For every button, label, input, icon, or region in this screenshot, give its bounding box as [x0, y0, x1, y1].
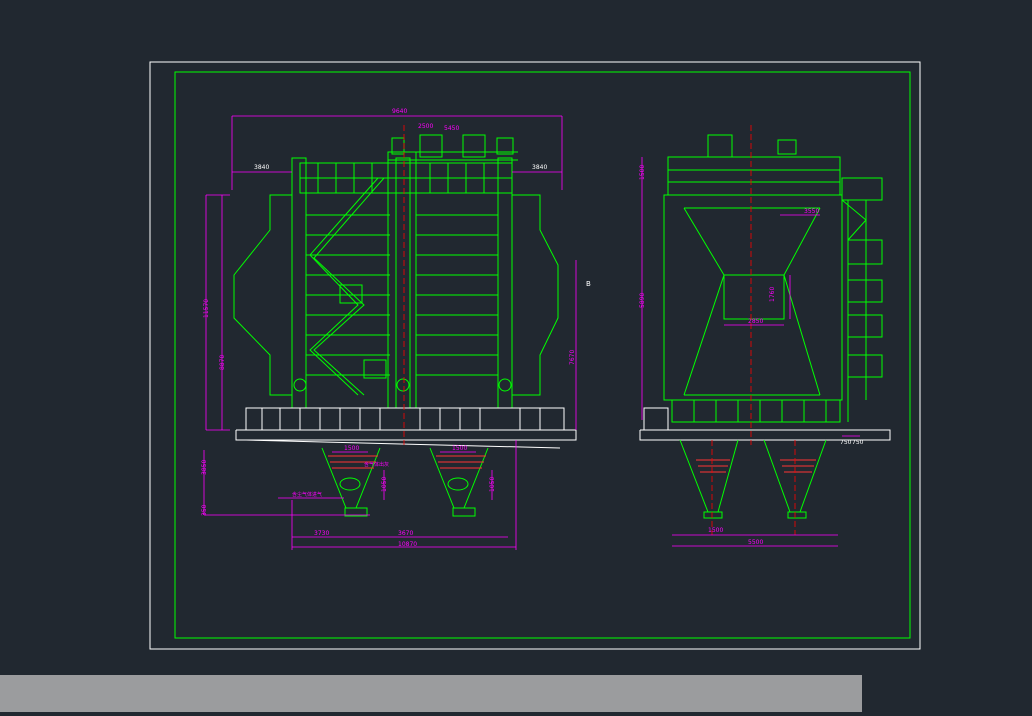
front-dim-hopper-height: 3850 [201, 460, 208, 475]
sheet-border [149, 61, 921, 650]
side-dim-window-h: 1760 [769, 287, 776, 302]
front-hopper-side-a: 1050 [381, 477, 388, 492]
front-section-marker: B [586, 280, 591, 288]
bottom-scrollbar[interactable] [0, 675, 862, 712]
front-dim-bottom-total: 10870 [398, 541, 417, 548]
front-dim-bottom-left: 3730 [314, 530, 329, 537]
front-note-hopper: 含气体出灰 [364, 461, 389, 468]
front-dimensions [203, 115, 577, 550]
side-dim-leg-b: 750 [852, 439, 864, 446]
front-dim-hopper-offset: 350 [201, 504, 208, 516]
front-hopper-side-b: 1050 [489, 477, 496, 492]
front-dim-top: 9640 [392, 108, 407, 115]
side-dim-window-w: 2850 [748, 318, 763, 325]
front-note-inlet: 含尘气体进气 [292, 491, 322, 498]
front-dim-bottom-mid: 3670 [398, 530, 413, 537]
side-dim-right-upper: 3550 [804, 208, 819, 215]
side-dim-top-height: 1500 [639, 165, 646, 180]
front-dim-platform-right: 3840 [532, 164, 547, 171]
side-dim-hopper-width: 1500 [708, 527, 723, 534]
side-dim-main-height: 5890 [639, 293, 646, 308]
front-elevation-view [233, 134, 577, 517]
front-dim-left-total: 11570 [203, 299, 210, 318]
front-label-top-a: 2500 [418, 123, 433, 130]
front-dim-right-height: 7670 [569, 350, 576, 365]
side-dim-bottom-total: 5500 [748, 539, 763, 546]
front-hopper-dim-a: 1500 [344, 445, 359, 452]
cad-drawing: 9640 3840 3840 11570 8870 7670 3850 350 … [149, 61, 921, 650]
side-dim-leg-a: 750 [840, 439, 852, 446]
front-dim-left-middle: 8870 [219, 355, 226, 370]
front-dim-platform-left: 3840 [254, 164, 269, 171]
front-label-top-b: 5450 [444, 125, 459, 132]
side-elevation-view [639, 134, 891, 519]
front-hopper-dim-b: 1500 [452, 445, 467, 452]
cad-canvas[interactable]: 9640 3840 3840 11570 8870 7670 3850 350 … [0, 0, 1032, 712]
